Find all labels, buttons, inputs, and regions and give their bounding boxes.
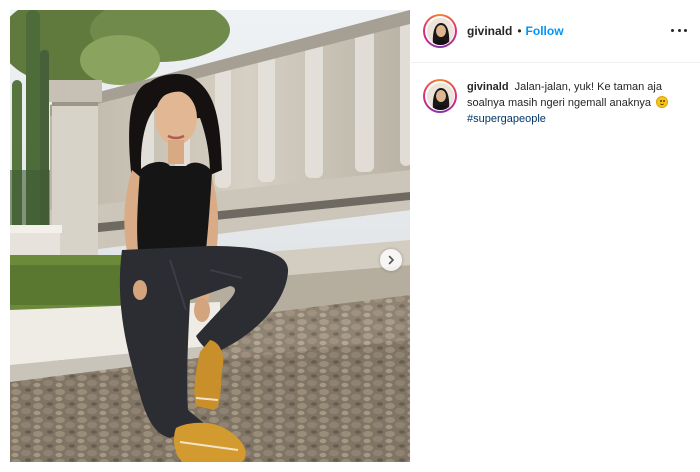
post-sidebar: givinald • Follow givinald Jalan-jalan, … <box>411 0 700 472</box>
caption-username[interactable]: givinald <box>467 81 509 93</box>
more-options-icon[interactable] <box>671 22 687 38</box>
caption: givinald Jalan-jalan, yuk! Ke taman aja … <box>423 79 691 127</box>
post-header: givinald • Follow <box>411 0 700 63</box>
caption-avatar[interactable] <box>423 79 457 113</box>
separator-dot: • <box>517 24 522 38</box>
header-username[interactable]: givinald <box>467 24 512 38</box>
chevron-right-icon <box>388 255 394 265</box>
next-photo-button[interactable] <box>380 249 402 271</box>
smiling-face-emoji-icon <box>656 96 669 108</box>
profile-picture <box>426 17 454 45</box>
post-photo[interactable] <box>10 10 410 462</box>
caption-text-block: givinald Jalan-jalan, yuk! Ke taman aja … <box>467 79 687 127</box>
avatar[interactable] <box>423 14 457 48</box>
instagram-post: givinald • Follow givinald Jalan-jalan, … <box>0 0 700 472</box>
photo-illustration <box>10 10 410 462</box>
hashtag-link[interactable]: #supergapeople <box>467 113 546 125</box>
follow-button[interactable]: Follow <box>526 24 564 38</box>
profile-picture <box>426 82 454 110</box>
